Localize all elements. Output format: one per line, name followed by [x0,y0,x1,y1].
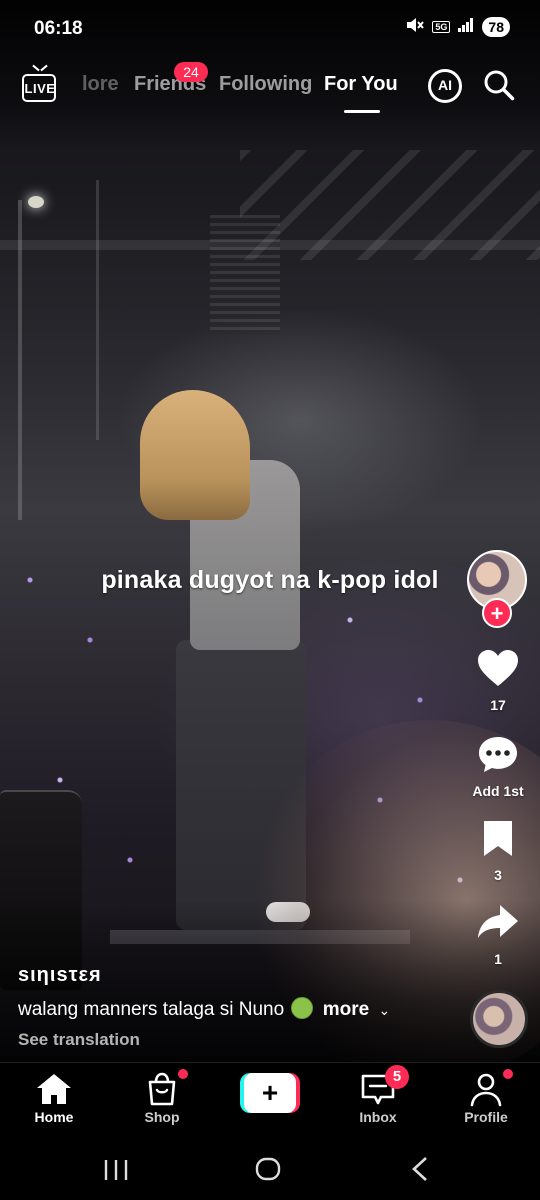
tab-following[interactable]: Following [219,73,312,96]
heart-icon [478,650,518,686]
home-circle-icon[interactable] [248,1154,288,1184]
nav-profile[interactable]: Profile [446,1069,526,1125]
inbox-icon: 5 [358,1065,409,1107]
video-overlay-text: pinaka dugyot na k-pop idol [101,566,439,594]
nav-inbox[interactable]: 5 Inbox [338,1065,418,1125]
create-button[interactable]: + [240,1073,300,1113]
stage-truss [96,180,99,440]
signal-icon [458,18,474,36]
active-tab-indicator [344,110,380,113]
like-count: 17 [490,697,506,713]
follow-button[interactable]: + [482,598,512,628]
search-icon[interactable] [482,68,516,102]
comment-count: Add 1st [472,783,524,799]
bookmark-count: 3 [494,867,502,883]
bookmark-button[interactable]: 3 [466,818,530,883]
friends-badge: 24 [174,62,208,82]
comment-button[interactable]: Add 1st [466,734,530,799]
share-count: 1 [494,951,502,967]
system-nav-bar [0,1140,540,1200]
back-icon[interactable] [400,1154,440,1184]
chevron-down-icon[interactable]: ⌄ [378,1002,390,1019]
comment-icon [479,737,517,772]
nauseated-face-emoji-icon [291,997,314,1019]
creator-username[interactable]: sιηιsτεя [18,964,102,987]
mute-icon [406,17,425,37]
see-translation-link[interactable]: See translation [18,1030,140,1050]
bottom-nav: Home Shop + 5 Inbox Profile [0,1062,540,1140]
live-button[interactable]: LIVE [20,68,60,104]
bookmark-icon [484,821,512,856]
person-icon [466,1069,513,1107]
status-icons: 5G 78 [406,17,510,37]
tab-explore[interactable]: lore [82,73,119,96]
plus-icon: + [244,1073,296,1113]
nav-shop[interactable]: Shop [122,1069,202,1125]
stage-truss [18,200,22,520]
share-arrow-icon [478,905,518,938]
status-bar: 06:18 5G 78 [0,0,540,58]
video-player[interactable]: pinaka dugyot na k-pop idol [0,0,540,1062]
more-link[interactable]: more [323,999,369,1020]
stage-speaker [210,215,280,335]
shop-notification-dot [178,1069,188,1079]
tab-for-you[interactable]: For You [324,73,398,96]
top-nav: LIVE lore Friends 24 Following For You A… [0,60,540,120]
ai-icon: AI [438,77,452,93]
battery-icon: 78 [482,17,510,37]
post-caption[interactable]: walang manners talaga si Nuno more ⌄ [18,997,390,1021]
network-5g-icon: 5G [432,21,451,33]
stage-lamp [28,196,44,208]
share-button[interactable]: 1 [466,902,530,967]
caption-text: walang manners talaga si Nuno [18,999,285,1020]
inbox-badge: 5 [385,1065,409,1089]
shopping-bag-icon [142,1069,188,1107]
recent-apps-icon[interactable] [96,1154,136,1184]
nav-home[interactable]: Home [14,1071,94,1125]
home-icon [34,1071,74,1107]
profile-notification-dot [503,1069,513,1079]
music-disc[interactable] [470,990,528,1048]
like-button[interactable]: 17 [466,648,530,713]
status-time: 06:18 [34,18,83,39]
stage-decoration [240,150,540,260]
